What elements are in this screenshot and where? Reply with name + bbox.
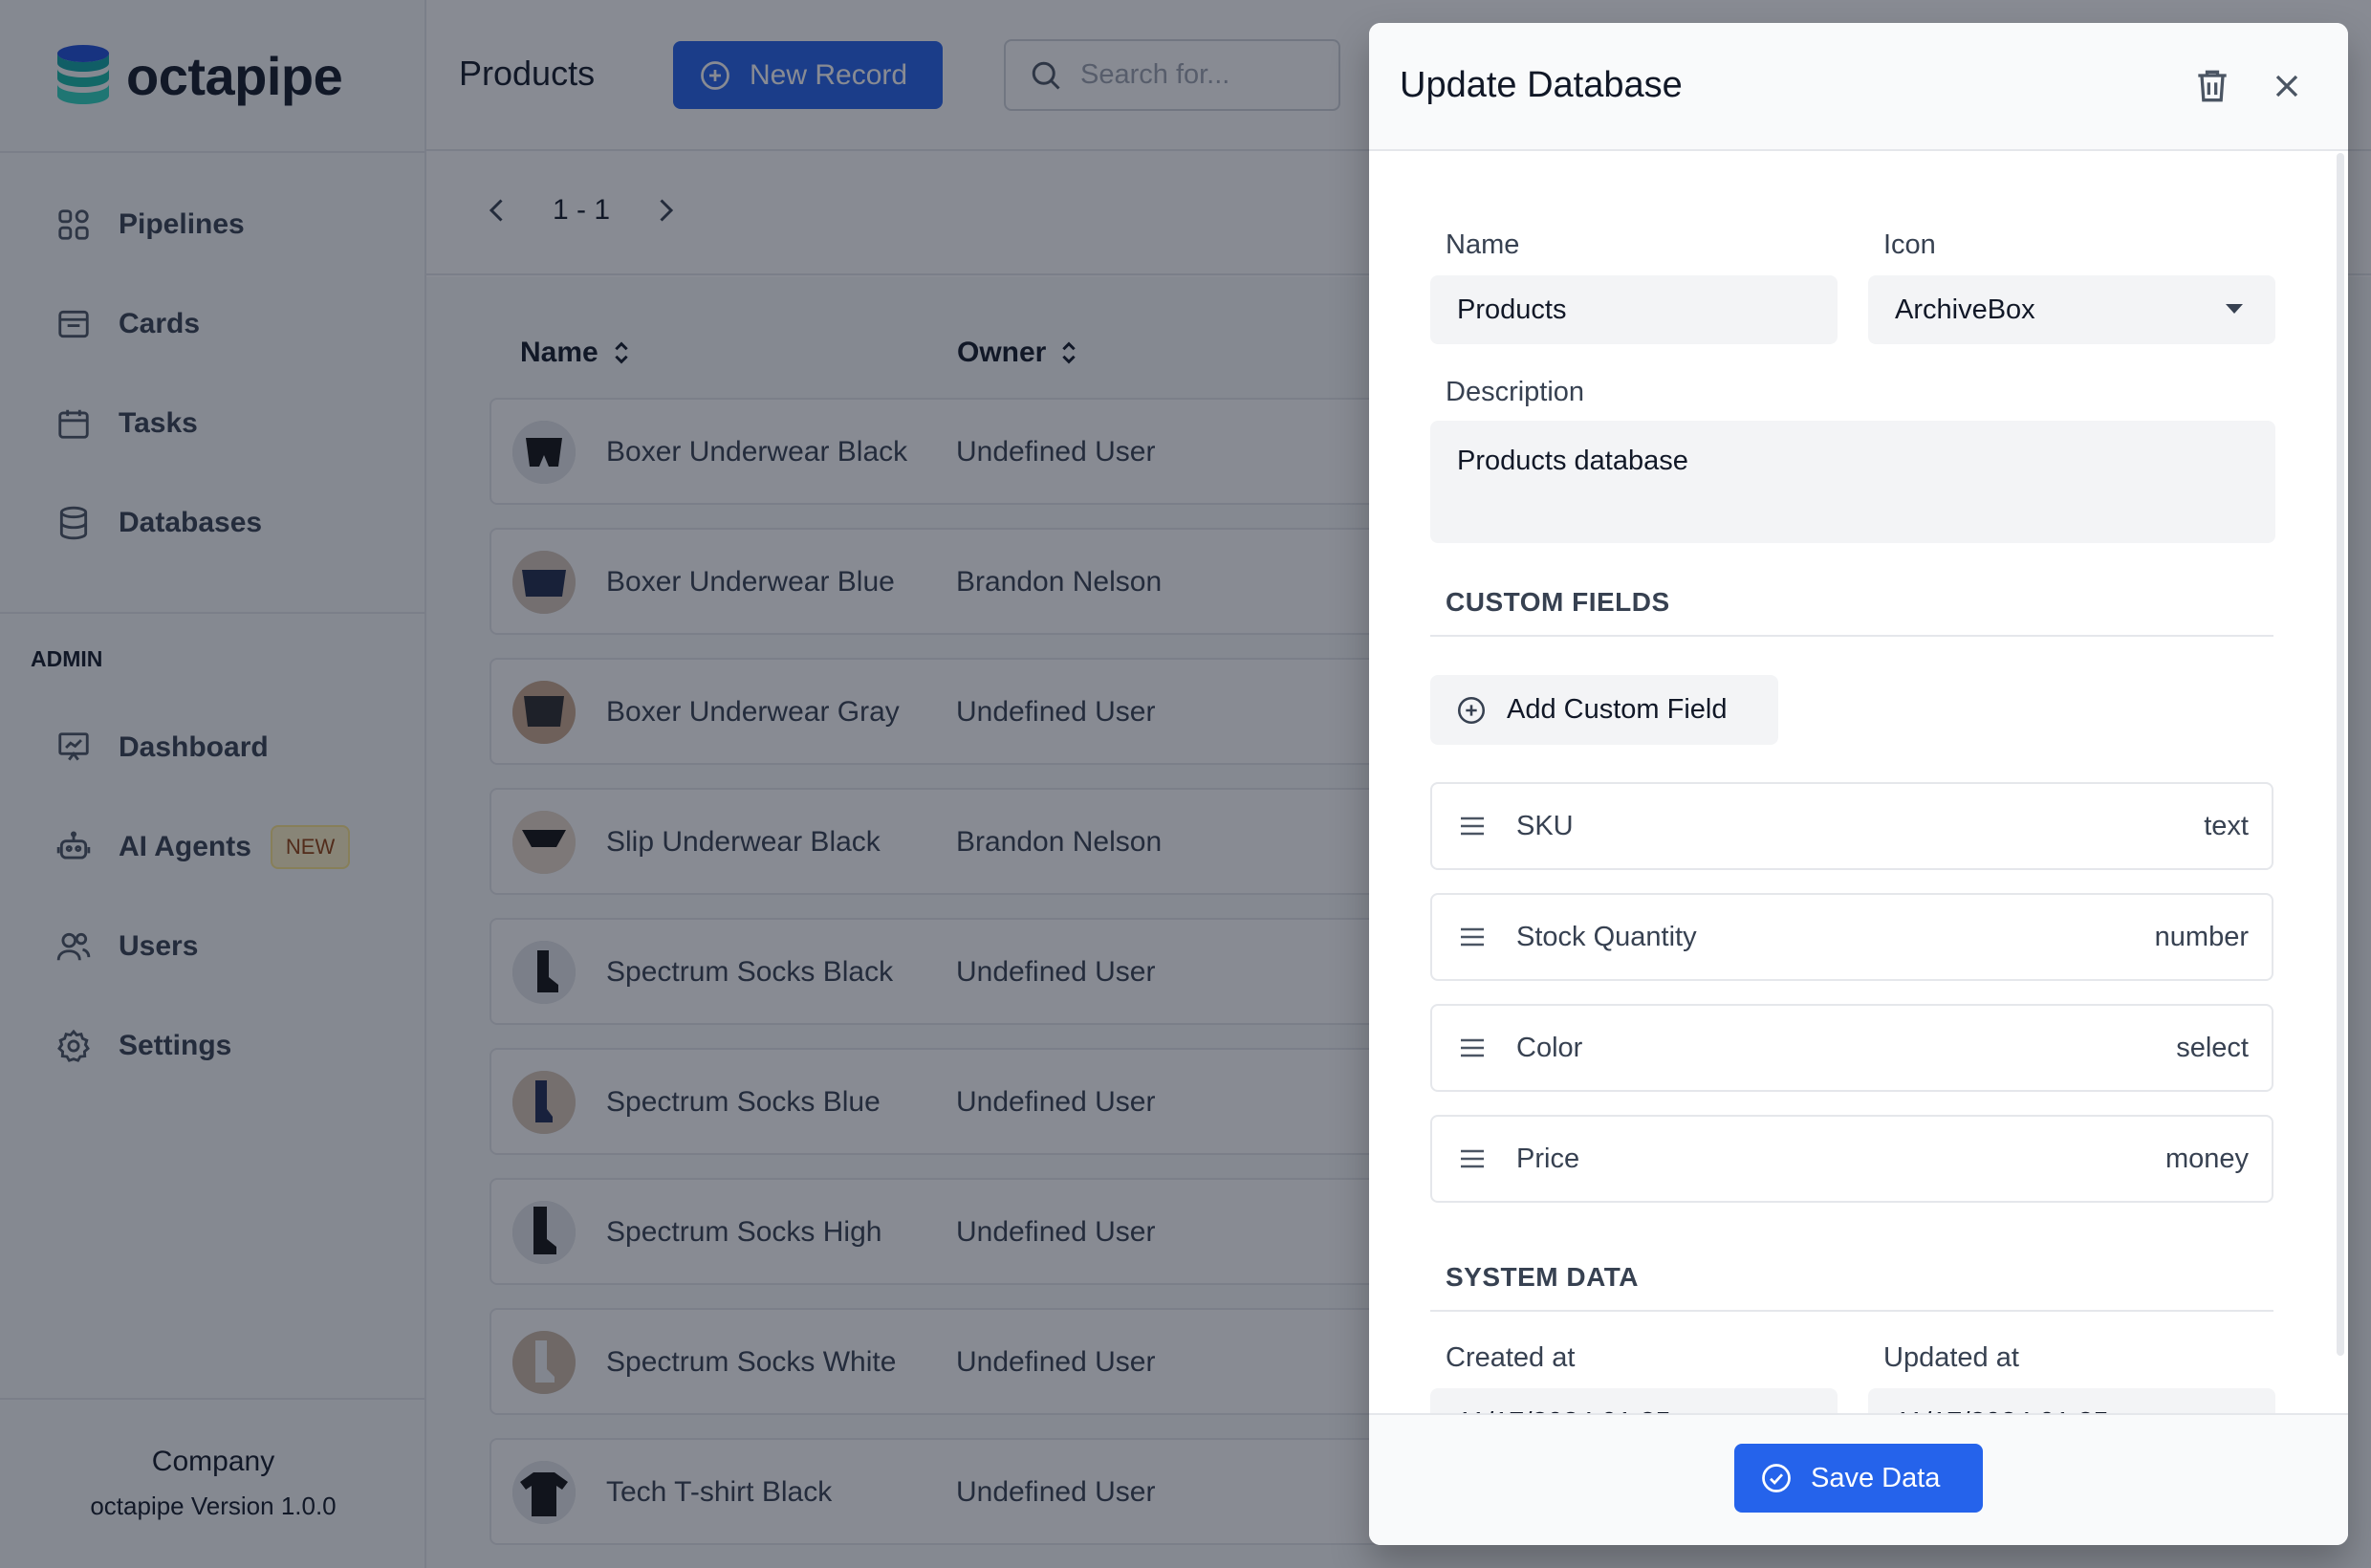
modal-scrollbar[interactable] bbox=[2337, 153, 2344, 1356]
update-database-modal: Update Database Name Products Icon Archi… bbox=[1369, 23, 2348, 1545]
drag-handle-icon[interactable] bbox=[1459, 926, 1486, 948]
add-custom-field-button[interactable]: Add Custom Field bbox=[1430, 675, 1778, 745]
custom-fields-title: CUSTOM FIELDS bbox=[1446, 587, 1670, 617]
check-circle-icon bbox=[1759, 1461, 1794, 1495]
icon-select-value: ArchiveBox bbox=[1895, 294, 2035, 325]
modal-body[interactable]: Name Products Icon ArchiveBox Descriptio… bbox=[1369, 153, 2348, 1413]
description-field[interactable]: Products database bbox=[1430, 421, 2275, 543]
modal-header: Update Database bbox=[1369, 23, 2348, 151]
modal-title: Update Database bbox=[1400, 65, 1683, 105]
custom-field-name: SKU bbox=[1516, 811, 1574, 841]
custom-field-item[interactable]: Price money bbox=[1430, 1115, 2273, 1203]
plus-circle-icon bbox=[1455, 694, 1488, 727]
save-data-label: Save Data bbox=[1811, 1462, 1941, 1493]
created-at-field: 11/17/2024 01:35 bbox=[1430, 1388, 1838, 1413]
description-label: Description bbox=[1446, 377, 1585, 407]
close-icon[interactable] bbox=[2268, 67, 2306, 105]
caret-down-icon bbox=[2226, 304, 2243, 314]
section-divider bbox=[1430, 635, 2273, 637]
section-divider bbox=[1430, 1310, 2273, 1312]
custom-field-item[interactable]: Stock Quantity number bbox=[1430, 893, 2273, 981]
custom-field-item[interactable]: SKU text bbox=[1430, 782, 2273, 870]
save-data-button[interactable]: Save Data bbox=[1734, 1444, 1983, 1513]
updated-at-field: 11/17/2024 01:35 bbox=[1868, 1388, 2275, 1413]
custom-field-name: Stock Quantity bbox=[1516, 922, 1697, 952]
created-at-label: Created at bbox=[1446, 1342, 1576, 1373]
custom-field-type: select bbox=[2176, 1033, 2249, 1063]
trash-icon[interactable] bbox=[2191, 65, 2233, 107]
custom-field-type: money bbox=[2164, 1143, 2249, 1174]
icon-select[interactable]: ArchiveBox bbox=[1868, 275, 2275, 344]
custom-field-item[interactable]: Color select bbox=[1430, 1004, 2273, 1092]
drag-handle-icon[interactable] bbox=[1459, 1036, 1486, 1059]
custom-field-type: text bbox=[2204, 811, 2249, 841]
name-field[interactable]: Products bbox=[1430, 275, 1838, 344]
name-label: Name bbox=[1446, 229, 1520, 260]
icon-label: Icon bbox=[1883, 229, 1936, 260]
system-data-title: SYSTEM DATA bbox=[1446, 1262, 1640, 1292]
updated-at-label: Updated at bbox=[1883, 1342, 2019, 1373]
custom-field-name: Price bbox=[1516, 1143, 1580, 1174]
custom-field-type: number bbox=[2154, 922, 2249, 952]
drag-handle-icon[interactable] bbox=[1459, 815, 1486, 838]
custom-field-name: Color bbox=[1516, 1033, 1583, 1063]
modal-footer: Save Data bbox=[1369, 1413, 2348, 1545]
add-custom-field-label: Add Custom Field bbox=[1507, 694, 1728, 725]
drag-handle-icon[interactable] bbox=[1459, 1147, 1486, 1170]
